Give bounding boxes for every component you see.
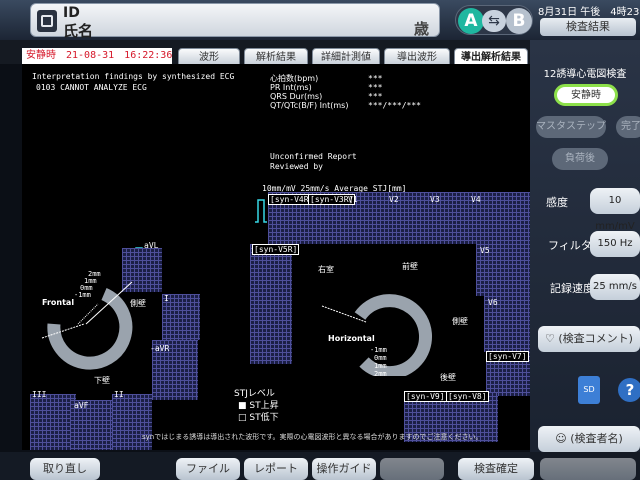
exam-result-button[interactable]: 検査結果 [540, 18, 636, 36]
exam-settings-panel: 12誘導心電図検査 安静時 マスタステップ 完了 負荷後 感度 10 mm/mV… [530, 40, 640, 452]
qt-interval-value: ***/***/*** [368, 101, 421, 110]
lead-label-avf: aVF [74, 401, 89, 410]
patient-id-label: ID [63, 5, 80, 21]
lead-label-syn-v9: [syn-V9] [404, 391, 447, 402]
mode-a-button[interactable]: A [458, 8, 484, 34]
lead-label-v1: V1 [348, 195, 358, 204]
calibration-pulse-icon [255, 199, 267, 223]
lead-label-iii: III [32, 390, 47, 399]
tab-detailed-measurements[interactable]: 詳細計測値 [312, 48, 380, 65]
frontal-direction-lateral: 側壁 [130, 299, 146, 308]
frontal-label: Frontal [42, 298, 75, 307]
top-bar: ID 氏名 歳 A ⇆ B 8月31日 午後 4時23分 検査結果 [0, 0, 640, 40]
report-button[interactable]: レポート [244, 458, 308, 480]
swap-icon[interactable]: ⇆ [482, 10, 506, 32]
mode-post-load-button[interactable]: 負荷後 [552, 148, 608, 170]
tab-derived-waveform[interactable]: 導出波形 [384, 48, 450, 65]
reviewed-by: Reviewed by [270, 162, 323, 171]
examiner-name-button[interactable]: ☺ (検査者名) [538, 426, 640, 452]
lead-label-v3: V3 [430, 195, 440, 204]
speed-select[interactable]: 25 mm/s [590, 274, 640, 300]
disabled-button-2 [540, 458, 636, 480]
tab-derived-analysis[interactable]: 導出解析結果 [454, 48, 528, 65]
lead-label-v5: V5 [480, 246, 490, 255]
ab-toggle[interactable]: A ⇆ B [455, 5, 533, 35]
mode-master-step-button[interactable]: マスタステップ [536, 116, 606, 138]
person-icon: ☺ [555, 432, 571, 445]
ecg-display: Interpretation findings by synthesized E… [22, 64, 532, 450]
lead-label-v2: V2 [389, 195, 399, 204]
lead-label-syn-v8: [syn-V8] [446, 391, 489, 402]
lead-label-v4: V4 [471, 195, 481, 204]
lead-label-avl: aVL [144, 241, 159, 250]
heart-rate-label: 心拍数(bpm) [270, 74, 319, 83]
tab-waveform[interactable]: 波形 [178, 48, 240, 65]
mode-rest-button[interactable]: 安静時 [554, 84, 618, 106]
frontal-scale: 2mm 1mm 0mm -1mm [74, 270, 101, 299]
patient-name-label: 氏名 [63, 22, 94, 40]
horizontal-direction-anterior: 前壁 [402, 262, 418, 271]
help-icon[interactable]: ? [618, 378, 640, 402]
qrs-duration-value: *** [368, 92, 383, 101]
speed-label: 記録速度 [550, 282, 594, 295]
sensitivity-label: 感度 [546, 196, 568, 209]
patient-age-unit: 歳 [413, 20, 429, 38]
disabled-button [380, 458, 444, 480]
horizontal-scale: -1mm 0mm 1mm 2mm [370, 346, 387, 378]
horizontal-direction-posterior: 後壁 [440, 373, 456, 382]
status-mode: 安静時 [26, 50, 56, 61]
frontal-direction-inferior: 下壁 [94, 376, 110, 385]
stj-legend: STJレベル ■ ST上昇 □ ST低下 [234, 388, 279, 424]
measurement-labels: 心拍数(bpm) PR Int(ms) QRS Dur(ms) QT/QTc(B… [270, 74, 348, 110]
bottom-toolbar: 取り直し ファイル レポート 操作ガイド 検査確定 [0, 452, 640, 480]
patient-card-icon [37, 10, 57, 32]
patient-info-box[interactable]: ID 氏名 歳 [30, 3, 440, 40]
exam-comment-button[interactable]: ♡ (検査コメント) [538, 326, 640, 352]
lead-label-v6: V6 [488, 298, 498, 307]
horizontal-direction-right-ventricle: 右室 [318, 265, 334, 274]
lead-label-ii: II [114, 390, 124, 399]
lead-label-i: I [164, 294, 169, 303]
operation-guide-button[interactable]: 操作ガイド [312, 458, 376, 480]
recording-status: 安静時 21-08-31 16:22:36 [22, 48, 172, 64]
file-button[interactable]: ファイル [176, 458, 240, 480]
heart-rate-value: *** [368, 74, 383, 83]
date-time: 8月31日 午後 4時23分 [538, 7, 640, 18]
tab-analysis-result[interactable]: 解析結果 [244, 48, 308, 65]
interpretation-title: Interpretation findings by synthesized E… [32, 72, 235, 81]
retake-button[interactable]: 取り直し [30, 458, 100, 480]
filter-select[interactable]: 150 Hz [590, 231, 640, 257]
sd-card-icon[interactable]: SD [578, 376, 600, 404]
filter-label: フィルタ [548, 239, 592, 252]
comment-icon: ♡ [545, 332, 559, 345]
horizontal-direction-lateral: 側壁 [452, 317, 468, 326]
lead-label-avr: -aVR [150, 344, 170, 353]
status-date: 21-08-31 [66, 50, 115, 61]
lead-grid-syn-v5r [250, 244, 292, 364]
status-time: 16:22:36 [124, 50, 173, 61]
mode-b-button[interactable]: B [506, 8, 532, 34]
horizontal-label: Horizontal [328, 334, 375, 343]
lead-label-syn-v5r: [syn-V5R] [252, 244, 300, 255]
qt-interval-label: QT/QTc(B/F) Int(ms) [270, 101, 349, 110]
tab-strip: 安静時 21-08-31 16:22:36 波形 解析結果 詳細計測値 導出波形 導… [0, 40, 530, 65]
pr-interval-value: *** [368, 83, 383, 92]
stj-legend-elevation: ■ ST上昇 [238, 401, 279, 411]
pr-interval-label: PR Int(ms) [270, 83, 312, 92]
confirm-exam-button[interactable]: 検査確定 [458, 458, 534, 480]
measurement-values: *** *** *** ***/***/*** [368, 74, 421, 110]
mode-complete-button[interactable]: 完了 [616, 116, 640, 138]
stj-legend-depression: □ ST低下 [238, 413, 279, 423]
stj-legend-title: STJレベル [234, 389, 275, 399]
interpretation-finding: 0103 CANNOT ANALYZE ECG [36, 83, 147, 92]
derived-waveform-footnote: synではじまる誘導は導出された波形です。実際の心電図波形と異なる場合があります… [142, 433, 483, 441]
sensitivity-select[interactable]: 10 mm/mV [590, 188, 640, 232]
qrs-duration-label: QRS Dur(ms) [270, 92, 323, 101]
lead-label-syn-v7: [syn-V7] [486, 351, 529, 362]
exam-type-title: 12誘導心電図検査 [543, 69, 627, 80]
report-status: Unconfirmed Report [270, 152, 357, 161]
